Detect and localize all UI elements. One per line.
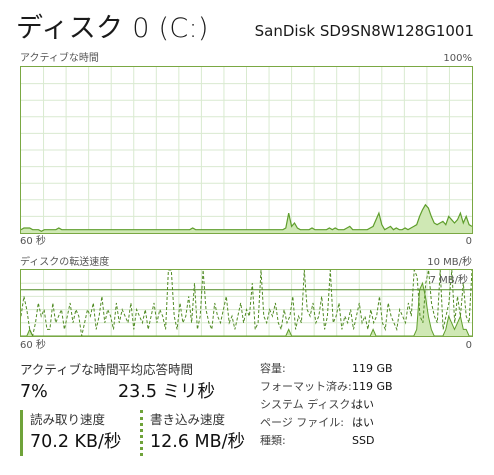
active-time-chart-label: アクティブな時間 bbox=[20, 53, 99, 64]
avg-response-stat-value: 23.5 ミリ秒 bbox=[118, 382, 216, 402]
active-time-stat-label: アクティブな時間 bbox=[20, 362, 119, 377]
active-time-chart-max: 100% bbox=[443, 53, 472, 64]
transfer-chart-min: 0 bbox=[465, 340, 472, 351]
transfer-chart-max: 10 MB/秒 bbox=[427, 257, 472, 268]
type-value: SSD bbox=[352, 434, 375, 447]
disk-title: ディスク 0 (C:) bbox=[16, 13, 209, 44]
read-speed-stat-value: 70.2 KB/秒 bbox=[30, 432, 122, 452]
system-disk-value: はい bbox=[352, 398, 374, 411]
properties-values: 119 GB 119 GB はい はい SSD bbox=[352, 360, 393, 450]
avg-response-stat-label: 平均応答時間 bbox=[118, 362, 194, 377]
write-speed-stat-label: 書き込み速度 bbox=[150, 412, 226, 427]
transfer-chart-time: 60 秒 bbox=[20, 340, 46, 351]
active-time-chart-time: 60 秒 bbox=[20, 236, 46, 247]
formatted-value: 119 GB bbox=[352, 380, 393, 393]
write-speed-legend-bar bbox=[140, 410, 143, 456]
disk-model: SanDisk SD9SN8W128G1001 bbox=[254, 22, 474, 40]
transfer-chart-ref-label: 7 MB/秒 bbox=[429, 275, 468, 286]
system-disk-label: システム ディスク: bbox=[260, 398, 355, 411]
read-speed-stat-label: 読み取り速度 bbox=[30, 412, 106, 427]
transfer-chart-svg bbox=[21, 270, 472, 336]
formatted-label: フォーマット済み: bbox=[260, 380, 352, 393]
page-file-label: ページ ファイル: bbox=[260, 416, 344, 429]
capacity-label: 容量: bbox=[260, 362, 286, 375]
capacity-value: 119 GB bbox=[352, 362, 393, 375]
active-time-chart bbox=[20, 66, 473, 234]
page-file-value: はい bbox=[352, 416, 374, 429]
transfer-chart: 7 MB/秒 bbox=[20, 269, 473, 337]
read-speed-legend-bar bbox=[20, 410, 23, 456]
active-time-chart-min: 0 bbox=[465, 236, 472, 247]
properties-labels: 容量: フォーマット済み: システム ディスク: ページ ファイル: 種類: bbox=[260, 360, 354, 450]
active-time-chart-svg bbox=[21, 67, 472, 233]
write-speed-stat-value: 12.6 MB/秒 bbox=[150, 432, 246, 452]
type-label: 種類: bbox=[260, 434, 286, 447]
active-time-stat-value: 7% bbox=[20, 382, 48, 402]
transfer-chart-label: ディスクの転送速度 bbox=[20, 257, 110, 268]
